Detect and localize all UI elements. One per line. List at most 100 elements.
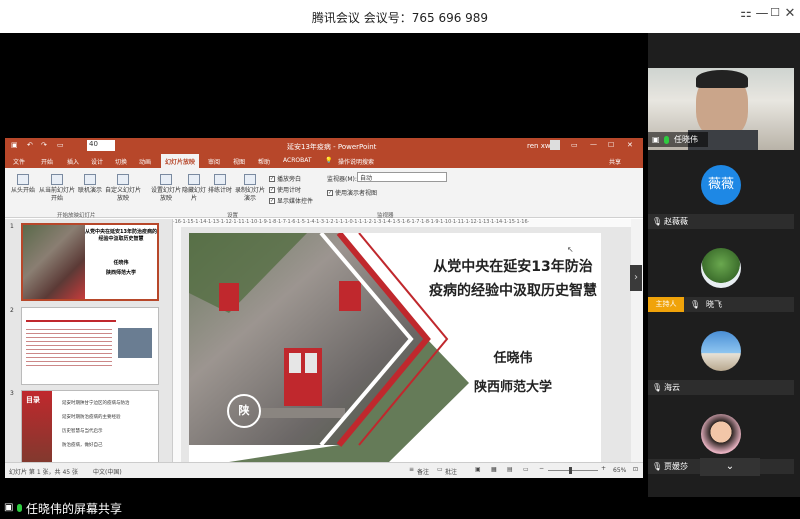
tab-review[interactable]: 审阅: [208, 157, 220, 166]
ribbon: 从头开始 从当前幻灯片开始 联机演示 自定义幻灯片放映 设置幻灯片放映 隐藏幻灯…: [5, 168, 643, 219]
comments-icon[interactable]: ▭: [437, 466, 443, 473]
zoom-slider[interactable]: [548, 470, 598, 471]
monitor-select[interactable]: 自动: [357, 172, 447, 182]
avatar: [701, 248, 741, 288]
custom-show-button[interactable]: 自定义幻灯片放映: [105, 174, 141, 203]
from-current-button[interactable]: 从当前幻灯片开始: [37, 174, 77, 203]
share-button[interactable]: 共享: [609, 157, 621, 166]
tell-me-search[interactable]: 操作说明搜索: [338, 157, 374, 166]
undo-icon[interactable]: ↶: [27, 141, 33, 149]
zoom-in-icon[interactable]: +: [601, 465, 606, 472]
minimize-icon[interactable]: —: [590, 140, 597, 148]
participant-tile[interactable]: 晓飞 主持人 🎙: [648, 240, 800, 313]
tab-file[interactable]: 文件: [13, 157, 25, 166]
normal-view-icon[interactable]: ▣: [475, 466, 481, 473]
ribbon-options-icon[interactable]: ▭: [571, 141, 578, 149]
slide-thumbnail-2[interactable]: [21, 307, 159, 385]
share-banner: ▣ 任晓伟的屏幕共享: [0, 497, 800, 519]
slide-counter: 幻灯片 第 1 张，共 45 张: [9, 469, 78, 476]
hide-slide-button[interactable]: 隐藏幻灯片: [182, 174, 206, 203]
steps: [259, 408, 345, 418]
notes-button[interactable]: 备注: [417, 467, 429, 476]
zoom-level[interactable]: 65%: [613, 467, 626, 474]
close-icon[interactable]: ✕: [627, 141, 633, 149]
user-avatar-icon[interactable]: [550, 140, 560, 150]
tab-view[interactable]: 视图: [233, 157, 245, 166]
setup-icon: [160, 174, 172, 185]
setup-show-button[interactable]: 设置幻灯片放映: [151, 174, 181, 203]
tab-transitions[interactable]: 切换: [115, 157, 127, 166]
presenter-view-checkbox[interactable]: ✓ 使用演示者视图: [327, 188, 377, 197]
thumb-toc-list: 延安时期陕甘宁边区的疫病与防治 延安时期防治疫病的主要经验 历史智慧与当代启示 …: [62, 401, 130, 448]
tab-insert[interactable]: 插入: [67, 157, 79, 166]
restore-icon[interactable]: ☐: [608, 141, 614, 149]
notes-icon[interactable]: ≡: [409, 466, 414, 473]
current-slide[interactable]: 陕 从党中央在延安13年防治 疫病的经验中汲取历史智慧 任晓伟 陕西师范大学 ↖: [189, 233, 601, 462]
from-start-button[interactable]: 从头开始: [9, 174, 37, 195]
red-window: [339, 281, 361, 311]
panel-toggle-arrow[interactable]: ›: [630, 265, 642, 291]
tab-animations[interactable]: 动画: [139, 157, 151, 166]
avatar: 薇薇: [701, 165, 741, 205]
tab-design[interactable]: 设计: [91, 157, 103, 166]
slide-title: 从党中央在延安13年防治 疫病的经验中汲取历史智慧: [425, 255, 601, 303]
mic-muted-icon: 🎙: [652, 217, 663, 226]
check-icon: ✓: [269, 197, 275, 204]
user-name[interactable]: ren xw: [527, 142, 551, 150]
font-size-box[interactable]: 40: [87, 140, 115, 151]
comments-button[interactable]: 批注: [445, 467, 457, 476]
tab-help[interactable]: 帮助: [258, 157, 270, 166]
tab-slideshow[interactable]: 幻灯片放映: [161, 154, 200, 168]
expand-list-button[interactable]: ⌄: [700, 458, 760, 476]
red-window: [219, 283, 239, 311]
group-monitor: 监视器: [377, 213, 394, 219]
tab-home[interactable]: 开始: [41, 157, 53, 166]
sorter-view-icon[interactable]: ▦: [491, 466, 497, 473]
online-present-button[interactable]: 联机演示: [77, 174, 103, 195]
slide-editor-area[interactable]: ·16·1·15·1·14·1·13·1·12·1·11·1·10·1·9·1·…: [173, 219, 643, 462]
fit-slide-icon[interactable]: ⊡: [633, 466, 638, 473]
rehearse-timings-button[interactable]: 排练计时: [207, 174, 233, 195]
thumb-photo: [23, 225, 85, 299]
tab-acrobat[interactable]: ACROBAT: [283, 157, 312, 164]
thumb-author: 任晓伟: [113, 260, 129, 266]
document-title: 延安13年疫病 - PowerPoint: [287, 143, 377, 151]
shared-screen-stage: ▣ ↶ ↷ ▭ 40 延安13年疫病 - PowerPoint ren xw ▭…: [0, 33, 648, 497]
save-icon[interactable]: ▣: [11, 141, 18, 149]
share-banner-text: 任晓伟的屏幕共享: [26, 502, 123, 516]
participant-tile[interactable]: 薇薇 赵薇薇 🎙: [648, 157, 800, 230]
screen-share-icon: ▣: [4, 502, 14, 513]
host-badge: 主持人: [648, 297, 684, 312]
participant-tile[interactable]: 海云 🎙: [648, 323, 800, 396]
zoom-slider-thumb[interactable]: [569, 467, 572, 474]
play-narration-checkbox[interactable]: ✓ 播放旁白: [269, 174, 301, 183]
slideshow-view-icon[interactable]: ▭: [523, 466, 529, 473]
vertical-scrollbar[interactable]: [631, 219, 643, 462]
start-show-icon[interactable]: ▭: [57, 141, 64, 149]
thumb-org: 陕西师范大学: [105, 270, 136, 276]
powerpoint-window: ▣ ↶ ↷ ▭ 40 延安13年疫病 - PowerPoint ren xw ▭…: [5, 138, 643, 478]
thumb-number: 3: [10, 390, 14, 397]
close-button[interactable]: ✕: [780, 6, 800, 21]
language-status[interactable]: 中文(中国): [93, 467, 122, 476]
slide-thumbnail-1[interactable]: 从党中央在延安13年防治疫病的经验中汲取历史智慧 任晓伟 陕西师范大学: [21, 223, 159, 301]
lightbulb-icon: 💡: [325, 157, 333, 164]
record-show-button[interactable]: 录制幻灯片演示: [234, 174, 266, 203]
thumb-number: 1: [10, 223, 14, 230]
use-timings-checkbox[interactable]: ✓ 使用计时: [269, 185, 301, 194]
participant-tile[interactable]: 任晓伟 ▣: [648, 68, 800, 150]
ribbon-tabs: 文件 开始 插入 设计 切换 动画 幻灯片放映 审阅 视图 帮助 ACROBAT…: [5, 154, 643, 168]
hide-slide-icon: [188, 174, 200, 185]
slide-author: 任晓伟: [493, 351, 533, 366]
redo-icon[interactable]: ↷: [41, 141, 47, 149]
screen-share-icon: ▣: [652, 135, 660, 144]
reading-view-icon[interactable]: ▤: [507, 466, 513, 473]
participant-name: 赵薇薇: [648, 214, 794, 229]
slide-thumbnails-pane[interactable]: 1 从党中央在延安13年防治疫病的经验中汲取历史智慧 任晓伟 陕西师范大学 2 …: [5, 219, 173, 462]
record-icon: [244, 174, 256, 185]
show-media-checkbox[interactable]: ✓ 显示媒体控件: [269, 196, 313, 205]
door-window: [305, 353, 317, 373]
slide-thumbnail-3[interactable]: 目录 延安时期陕甘宁边区的疫病与防治 延安时期防治疫病的主要经验 历史智慧与当代…: [21, 390, 159, 462]
zoom-out-icon[interactable]: −: [539, 465, 544, 472]
group-setup: 设置: [227, 213, 239, 219]
